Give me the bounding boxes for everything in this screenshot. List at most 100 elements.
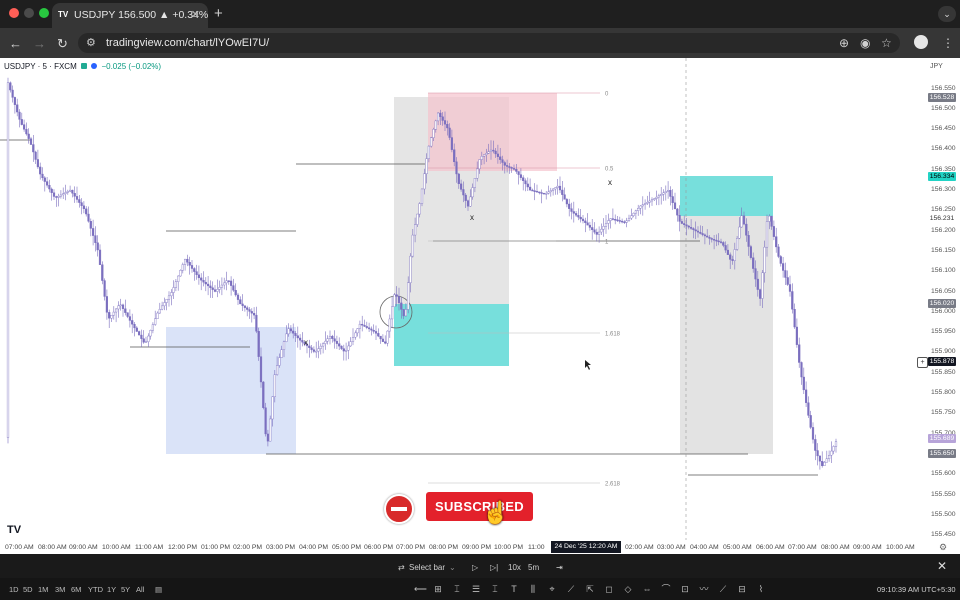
drawing-tool-icon[interactable]: ⌶ <box>452 584 462 594</box>
drawing-tool-icon[interactable]: ⫼ <box>528 584 538 594</box>
minimize-window-button[interactable] <box>24 8 34 18</box>
fib-level-label: 2.618 <box>605 482 621 488</box>
drawing-tool-icon[interactable]: ⊟ <box>737 584 747 594</box>
timeframe-1d[interactable]: 1D <box>9 585 19 594</box>
subscribe-button[interactable]: SUBSCRIBED <box>426 492 533 521</box>
site-info-icon[interactable]: ⚙ <box>86 36 96 49</box>
candle-body <box>236 294 240 300</box>
candle-body <box>611 218 614 220</box>
back-arrow-icon[interactable]: ← <box>9 36 22 51</box>
price-badge: 155.650 <box>928 449 956 459</box>
take-profit-zone <box>394 304 509 366</box>
candle-body <box>432 129 435 138</box>
url-text[interactable]: tradingview.com/chart/lYOwEI7U/ <box>106 37 269 49</box>
drawing-tool-icon[interactable]: ⊞ <box>433 584 443 594</box>
close-window-button[interactable] <box>9 8 19 18</box>
timeframe-1m[interactable]: 1M <box>38 585 48 594</box>
candle-body <box>259 356 263 383</box>
add-alert-plus-icon[interactable]: + <box>917 357 928 368</box>
step-forward-icon[interactable]: ▷| <box>490 563 498 572</box>
axis-settings-gear-icon[interactable]: ⚙ <box>939 542 947 553</box>
browser-menu-icon[interactable]: ⋮ <box>942 36 954 50</box>
candle-body <box>807 402 810 416</box>
candle-body <box>34 151 37 160</box>
select-bar-button[interactable]: Select bar <box>409 563 445 572</box>
candle-body <box>6 82 10 438</box>
candle-body <box>397 296 401 304</box>
candle-body <box>349 341 352 347</box>
reload-icon[interactable]: ↻ <box>57 36 68 52</box>
timeframe-1y[interactable]: 1Y <box>107 585 116 594</box>
drawing-tool-icon[interactable]: ⇔ <box>642 584 652 594</box>
drawing-tool-icon[interactable]: ⌇ <box>756 584 766 594</box>
candle-body <box>202 280 205 283</box>
forward-arrow-icon[interactable]: → <box>33 36 46 51</box>
close-replay-icon[interactable]: ✕ <box>937 559 947 573</box>
drawing-tool-icon[interactable]: ⟋ <box>718 584 728 594</box>
timeframe-3m[interactable]: 3M <box>55 585 65 594</box>
tradingview-logo[interactable]: TV <box>7 524 21 536</box>
candle-body <box>333 338 336 342</box>
browser-tab[interactable]: TV USDJPY 156.500 ▲ +0.34% ✕ <box>52 3 208 28</box>
timeframe-ytd[interactable]: YTD <box>88 585 103 594</box>
candle-body <box>71 189 74 194</box>
drawing-tool-icon[interactable]: ⌖ <box>547 584 557 594</box>
candle-body <box>395 294 398 297</box>
timeframe-5y[interactable]: 5Y <box>121 585 130 594</box>
timeframe-5d[interactable]: 5D <box>23 585 33 594</box>
time-tick-label: 10:00 PM <box>494 544 524 551</box>
candle-body <box>706 235 709 238</box>
drawing-tool-icon[interactable]: ⌒ <box>661 584 671 594</box>
candle-body <box>614 219 617 221</box>
timeframe-all[interactable]: All <box>136 585 144 594</box>
candle-body <box>147 335 150 342</box>
select-bar-icon[interactable]: ⇄ <box>398 563 405 572</box>
candle-body <box>372 329 375 332</box>
jump-to-end-icon[interactable]: ⇥ <box>556 563 563 572</box>
candle-body <box>292 330 295 334</box>
select-bar-chevron-icon[interactable]: ⌄ <box>449 563 456 572</box>
close-tab-icon[interactable]: ✕ <box>191 8 200 21</box>
price-tick-label: 156.550 <box>931 84 956 92</box>
drawing-tool-icon[interactable]: ◇ <box>623 584 633 594</box>
zoom-icon[interactable]: ⊕ <box>839 36 849 50</box>
candle-body <box>625 220 628 223</box>
new-tab-button[interactable]: + <box>214 5 223 22</box>
drawing-tool-icon[interactable]: ⌶ <box>490 584 500 594</box>
replay-interval-button[interactable]: 5m <box>528 563 539 572</box>
candle-body <box>515 169 518 172</box>
maximize-window-button[interactable] <box>39 8 49 18</box>
candle-body <box>441 116 444 121</box>
axis-currency[interactable]: JPY <box>930 63 943 70</box>
drawing-tool-icon[interactable]: ☰ <box>471 584 481 594</box>
candle-body <box>322 343 325 347</box>
eye-icon[interactable]: ◉ <box>860 36 870 50</box>
play-icon[interactable]: ▷ <box>472 563 478 572</box>
candle-body <box>23 124 26 130</box>
replay-speed-button[interactable]: 10x <box>508 563 521 572</box>
time-tick-label: 08:00 PM <box>429 544 459 551</box>
candle-body <box>361 323 364 326</box>
tab-search-chevron-icon[interactable]: ⌄ <box>938 6 956 22</box>
drawing-tool-icon[interactable]: ◻ <box>604 584 614 594</box>
drawing-tool-icon[interactable]: 〰 <box>699 584 709 594</box>
drawing-tool-icon[interactable]: ⟵ <box>414 584 427 594</box>
profile-avatar-icon[interactable] <box>914 35 928 49</box>
drawing-tool-icon[interactable]: T <box>509 584 519 594</box>
drawing-tool-icon[interactable]: ⟋ <box>566 584 576 594</box>
bookmark-star-icon[interactable]: ☆ <box>881 36 892 50</box>
candle-body <box>768 215 771 222</box>
candle-body <box>108 312 111 319</box>
candle-body <box>446 124 449 129</box>
market-status-icon <box>80 63 87 69</box>
price-chart[interactable]: 0 0.5 1 1.618 2.618 x x x <box>0 58 960 554</box>
symbol-legend[interactable]: USDJPY · 5 · FXCM −0.025 (−0.02%) <box>4 62 161 71</box>
drawing-tool-icon[interactable]: ⊡ <box>680 584 690 594</box>
candle-body <box>278 357 281 366</box>
candle-body <box>200 277 203 281</box>
calendar-icon[interactable]: ▤ <box>155 585 162 594</box>
candle-body <box>763 246 766 274</box>
timeframe-6m[interactable]: 6M <box>71 585 81 594</box>
drawing-tool-icon[interactable]: ⇱ <box>585 584 595 594</box>
clock-display[interactable]: 09:10:39 AM UTC+5:30 <box>877 585 956 594</box>
